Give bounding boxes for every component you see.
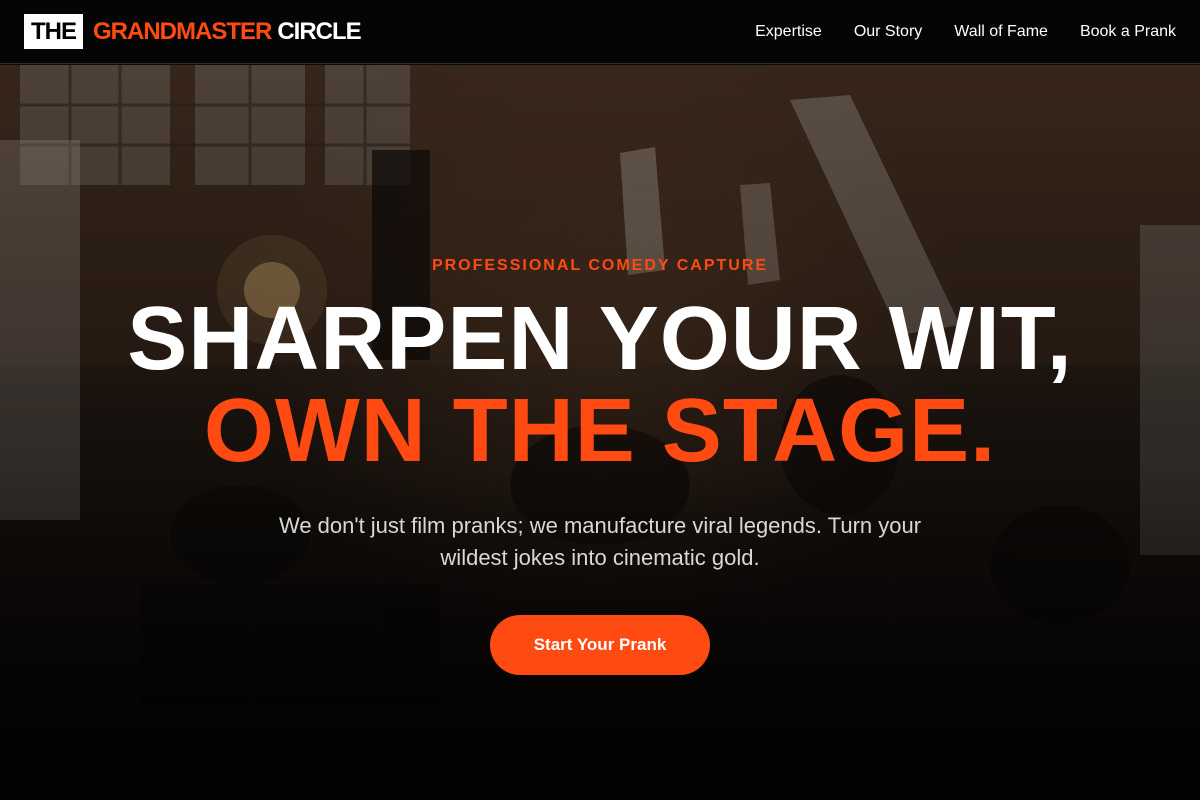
nav-link-wall-of-fame[interactable]: Wall of Fame — [954, 23, 1048, 41]
page: THE GRANDMASTER CIRCLE Expertise Our Sto… — [0, 0, 1200, 800]
navbar: THE GRANDMASTER CIRCLE Expertise Our Sto… — [0, 0, 1200, 64]
nav-link-our-story[interactable]: Our Story — [854, 23, 922, 41]
start-your-prank-button[interactable]: Start Your Prank — [490, 615, 710, 675]
logo-grandmaster: GRANDMASTER — [93, 17, 272, 45]
nav-link-expertise[interactable]: Expertise — [755, 23, 822, 41]
nav-link-book-a-prank[interactable]: Book a Prank — [1080, 23, 1176, 41]
logo-the: THE — [24, 14, 83, 49]
brand-logo[interactable]: THE GRANDMASTER CIRCLE — [24, 14, 362, 50]
main-nav: Expertise Our Story Wall of Fame Book a … — [723, 23, 1176, 41]
hero-headline-line1: SHARPEN YOUR WIT, — [127, 289, 1073, 389]
hero-subtext: We don't just film pranks; we manufactur… — [278, 513, 922, 570]
hero-headline-line2: OWN THE STAGE. — [203, 381, 997, 481]
hero-headline: SHARPEN YOUR WIT, OWN THE STAGE. — [0, 293, 1200, 477]
logo-circle: CIRCLE — [277, 17, 361, 45]
hero-content: PROFESSIONAL COMEDY CAPTURE SHARPEN YOUR… — [0, 65, 1200, 800]
hero-section: PROFESSIONAL COMEDY CAPTURE SHARPEN YOUR… — [0, 65, 1200, 800]
hero-eyebrow: PROFESSIONAL COMEDY CAPTURE — [431, 257, 769, 274]
